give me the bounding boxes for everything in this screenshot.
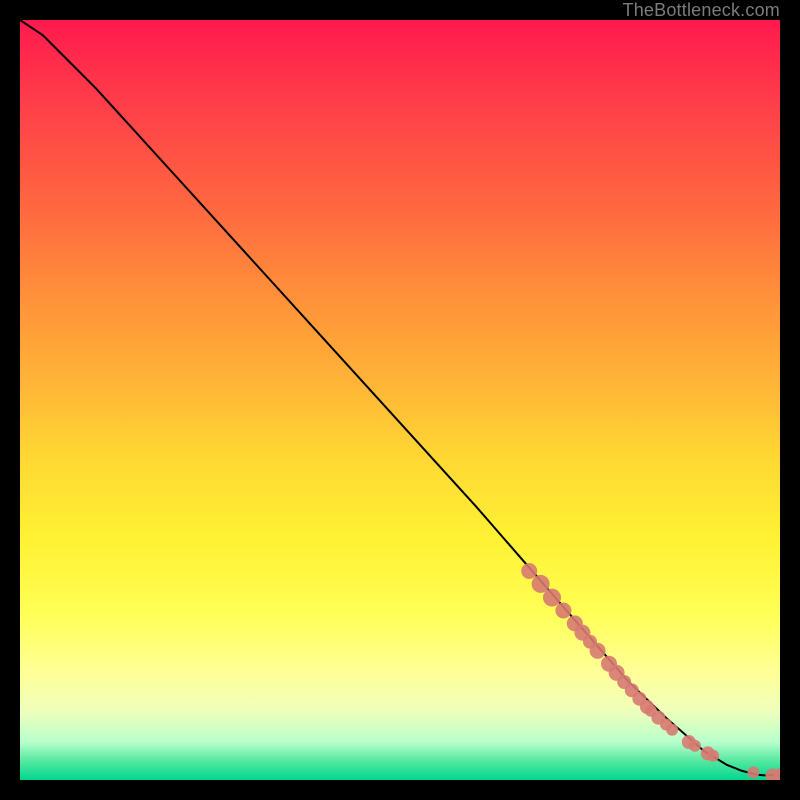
chart-stage: TheBottleneck.com xyxy=(0,0,800,800)
data-point xyxy=(555,603,571,619)
data-point xyxy=(521,563,537,579)
data-point xyxy=(666,724,678,736)
scatter-points xyxy=(521,563,780,780)
bottleneck-curve xyxy=(20,20,780,775)
attribution-label: TheBottleneck.com xyxy=(623,0,780,21)
data-point xyxy=(590,643,606,659)
data-point xyxy=(543,589,561,607)
data-point xyxy=(707,750,719,762)
chart-overlay xyxy=(20,20,780,780)
data-point xyxy=(689,740,701,752)
plot-area xyxy=(20,20,780,780)
data-point xyxy=(747,766,759,778)
